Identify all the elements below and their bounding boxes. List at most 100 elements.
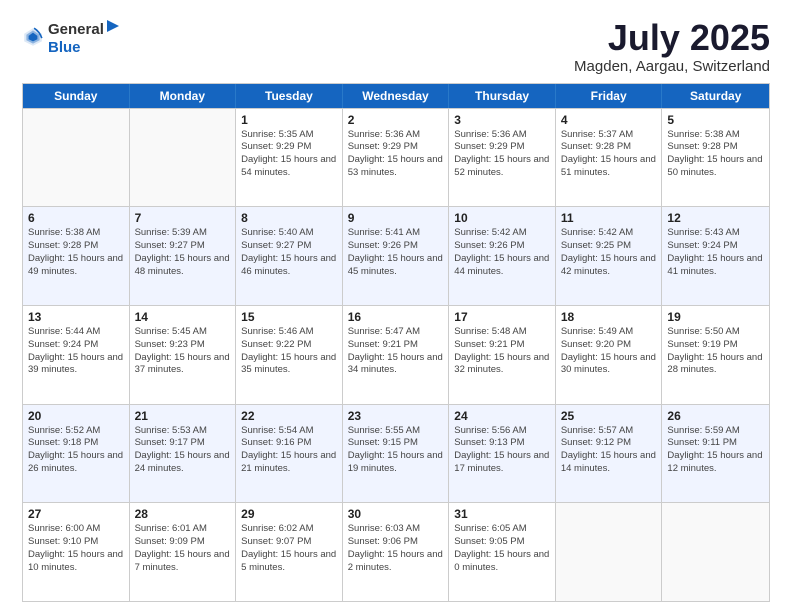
day-cell-3: 3Sunrise: 5:36 AMSunset: 9:29 PMDaylight… bbox=[449, 109, 556, 207]
header-day-thursday: Thursday bbox=[449, 84, 556, 108]
day-cell-20: 20Sunrise: 5:52 AMSunset: 9:18 PMDayligh… bbox=[23, 405, 130, 503]
day-info: Sunrise: 5:36 AMSunset: 9:29 PMDaylight:… bbox=[348, 129, 444, 180]
day-info: Sunrise: 5:42 AMSunset: 9:25 PMDaylight:… bbox=[561, 227, 657, 278]
day-cell-24: 24 Sunrise: 5:56 AMSunset: 9:13 PMDayligh… bbox=[449, 405, 556, 503]
day-info: Sunrise: 5:57 AMSunset: 9:12 PMDaylight:… bbox=[561, 425, 657, 476]
week-row-1: 1 Sunrise: 5:35 AMSunset: 9:29 PMDaylight… bbox=[23, 108, 769, 207]
day-number: 2 bbox=[348, 113, 444, 127]
day-cell-5: 5 Sunrise: 5:38 AMSunset: 9:28 PMDaylight… bbox=[662, 109, 769, 207]
day-number: 23 bbox=[348, 409, 444, 423]
day-number: 27 bbox=[28, 507, 124, 521]
day-info: Sunrise: 5:36 AMSunset: 9:29 PMDaylight:… bbox=[454, 129, 550, 180]
day-cell-10: 10 Sunrise: 5:42 AMSunset: 9:26 PMDayligh… bbox=[449, 207, 556, 305]
day-number: 26 bbox=[667, 409, 764, 423]
day-number: 24 bbox=[454, 409, 550, 423]
calendar-header: SundayMondayTuesdayWednesdayThursdayFrid… bbox=[23, 84, 769, 108]
day-info: Sunrise: 5:47 AMSunset: 9:21 PMDaylight:… bbox=[348, 326, 444, 377]
day-number: 16 bbox=[348, 310, 444, 324]
day-info: Sunrise: 5:46 AMSunset: 9:22 PMDaylight:… bbox=[241, 326, 337, 377]
day-number: 15 bbox=[241, 310, 337, 324]
empty-cell bbox=[556, 503, 663, 601]
day-number: 30 bbox=[348, 507, 444, 521]
day-number: 11 bbox=[561, 211, 657, 225]
day-number: 17 bbox=[454, 310, 550, 324]
month-title: July 2025 bbox=[574, 18, 770, 58]
day-info: Sunrise: 5:52 AMSunset: 9:18 PMDaylight:… bbox=[28, 425, 124, 476]
header-day-wednesday: Wednesday bbox=[343, 84, 450, 108]
day-number: 21 bbox=[135, 409, 231, 423]
day-cell-9: 9 Sunrise: 5:41 AMSunset: 9:26 PMDaylight… bbox=[343, 207, 450, 305]
day-number: 28 bbox=[135, 507, 231, 521]
day-cell-4: 4Sunrise: 5:37 AMSunset: 9:28 PMDaylight… bbox=[556, 109, 663, 207]
day-cell-29: 29Sunrise: 6:02 AMSunset: 9:07 PMDayligh… bbox=[236, 503, 343, 601]
day-info: Sunrise: 5:39 AMSunset: 9:27 PMDaylight:… bbox=[135, 227, 231, 278]
day-info: Sunrise: 5:38 AMSunset: 9:28 PMDaylight:… bbox=[28, 227, 124, 278]
empty-cell bbox=[130, 109, 237, 207]
day-cell-23: 23 Sunrise: 5:55 AMSunset: 9:15 PMDayligh… bbox=[343, 405, 450, 503]
day-cell-2: 2 Sunrise: 5:36 AMSunset: 9:29 PMDaylight… bbox=[343, 109, 450, 207]
day-cell-17: 17 Sunrise: 5:48 AMSunset: 9:21 PMDayligh… bbox=[449, 306, 556, 404]
logo-blue: Blue bbox=[48, 39, 81, 56]
day-number: 6 bbox=[28, 211, 124, 225]
header: General Blue July 2025 Magden, Aargau, S… bbox=[22, 18, 770, 75]
day-info: Sunrise: 5:45 AMSunset: 9:23 PMDaylight:… bbox=[135, 326, 231, 377]
day-cell-22: 22Sunrise: 5:54 AMSunset: 9:16 PMDayligh… bbox=[236, 405, 343, 503]
calendar: SundayMondayTuesdayWednesdayThursdayFrid… bbox=[22, 83, 770, 602]
header-day-saturday: Saturday bbox=[662, 84, 769, 108]
calendar-body: 1 Sunrise: 5:35 AMSunset: 9:29 PMDaylight… bbox=[23, 108, 769, 601]
header-day-tuesday: Tuesday bbox=[236, 84, 343, 108]
week-row-4: 20Sunrise: 5:52 AMSunset: 9:18 PMDayligh… bbox=[23, 404, 769, 503]
day-cell-21: 21 Sunrise: 5:53 AMSunset: 9:17 PMDayligh… bbox=[130, 405, 237, 503]
empty-cell bbox=[23, 109, 130, 207]
day-number: 5 bbox=[667, 113, 764, 127]
day-info: Sunrise: 5:38 AMSunset: 9:28 PMDaylight:… bbox=[667, 129, 764, 180]
week-row-2: 6 Sunrise: 5:38 AMSunset: 9:28 PMDaylight… bbox=[23, 206, 769, 305]
day-info: Sunrise: 5:35 AMSunset: 9:29 PMDaylight:… bbox=[241, 129, 337, 180]
day-cell-16: 16 Sunrise: 5:47 AMSunset: 9:21 PMDayligh… bbox=[343, 306, 450, 404]
week-row-3: 13Sunrise: 5:44 AMSunset: 9:24 PMDayligh… bbox=[23, 305, 769, 404]
day-cell-13: 13Sunrise: 5:44 AMSunset: 9:24 PMDayligh… bbox=[23, 306, 130, 404]
day-number: 10 bbox=[454, 211, 550, 225]
day-info: Sunrise: 5:55 AMSunset: 9:15 PMDaylight:… bbox=[348, 425, 444, 476]
logo-general: General bbox=[48, 22, 104, 39]
day-info: Sunrise: 5:41 AMSunset: 9:26 PMDaylight:… bbox=[348, 227, 444, 278]
day-info: Sunrise: 5:42 AMSunset: 9:26 PMDaylight:… bbox=[454, 227, 550, 278]
day-number: 29 bbox=[241, 507, 337, 521]
day-info: Sunrise: 6:00 AMSunset: 9:10 PMDaylight:… bbox=[28, 523, 124, 574]
day-info: Sunrise: 5:54 AMSunset: 9:16 PMDaylight:… bbox=[241, 425, 337, 476]
location-title: Magden, Aargau, Switzerland bbox=[574, 58, 770, 75]
day-cell-14: 14 Sunrise: 5:45 AMSunset: 9:23 PMDayligh… bbox=[130, 306, 237, 404]
day-info: Sunrise: 5:44 AMSunset: 9:24 PMDaylight:… bbox=[28, 326, 124, 377]
day-cell-18: 18Sunrise: 5:49 AMSunset: 9:20 PMDayligh… bbox=[556, 306, 663, 404]
day-cell-15: 15 Sunrise: 5:46 AMSunset: 9:22 PMDayligh… bbox=[236, 306, 343, 404]
header-day-sunday: Sunday bbox=[23, 84, 130, 108]
day-number: 7 bbox=[135, 211, 231, 225]
day-number: 14 bbox=[135, 310, 231, 324]
day-info: Sunrise: 5:48 AMSunset: 9:21 PMDaylight:… bbox=[454, 326, 550, 377]
day-cell-7: 7 Sunrise: 5:39 AMSunset: 9:27 PMDaylight… bbox=[130, 207, 237, 305]
page: General Blue July 2025 Magden, Aargau, S… bbox=[0, 0, 792, 612]
day-cell-28: 28 Sunrise: 6:01 AMSunset: 9:09 PMDayligh… bbox=[130, 503, 237, 601]
day-info: Sunrise: 5:53 AMSunset: 9:17 PMDaylight:… bbox=[135, 425, 231, 476]
day-info: Sunrise: 5:59 AMSunset: 9:11 PMDaylight:… bbox=[667, 425, 764, 476]
day-number: 19 bbox=[667, 310, 764, 324]
title-block: July 2025 Magden, Aargau, Switzerland bbox=[574, 18, 770, 75]
day-info: Sunrise: 6:05 AMSunset: 9:05 PMDaylight:… bbox=[454, 523, 550, 574]
day-cell-12: 12Sunrise: 5:43 AMSunset: 9:24 PMDayligh… bbox=[662, 207, 769, 305]
day-cell-27: 27 Sunrise: 6:00 AMSunset: 9:10 PMDayligh… bbox=[23, 503, 130, 601]
empty-cell bbox=[662, 503, 769, 601]
day-cell-25: 25 Sunrise: 5:57 AMSunset: 9:12 PMDayligh… bbox=[556, 405, 663, 503]
day-number: 9 bbox=[348, 211, 444, 225]
day-number: 4 bbox=[561, 113, 657, 127]
day-info: Sunrise: 5:56 AMSunset: 9:13 PMDaylight:… bbox=[454, 425, 550, 476]
day-info: Sunrise: 6:01 AMSunset: 9:09 PMDaylight:… bbox=[135, 523, 231, 574]
logo-icon bbox=[22, 26, 44, 48]
day-number: 1 bbox=[241, 113, 337, 127]
day-number: 31 bbox=[454, 507, 550, 521]
day-number: 25 bbox=[561, 409, 657, 423]
day-info: Sunrise: 5:50 AMSunset: 9:19 PMDaylight:… bbox=[667, 326, 764, 377]
day-number: 8 bbox=[241, 211, 337, 225]
day-cell-31: 31 Sunrise: 6:05 AMSunset: 9:05 PMDayligh… bbox=[449, 503, 556, 601]
logo: General Blue bbox=[22, 18, 122, 57]
day-cell-8: 8Sunrise: 5:40 AMSunset: 9:27 PMDaylight… bbox=[236, 207, 343, 305]
